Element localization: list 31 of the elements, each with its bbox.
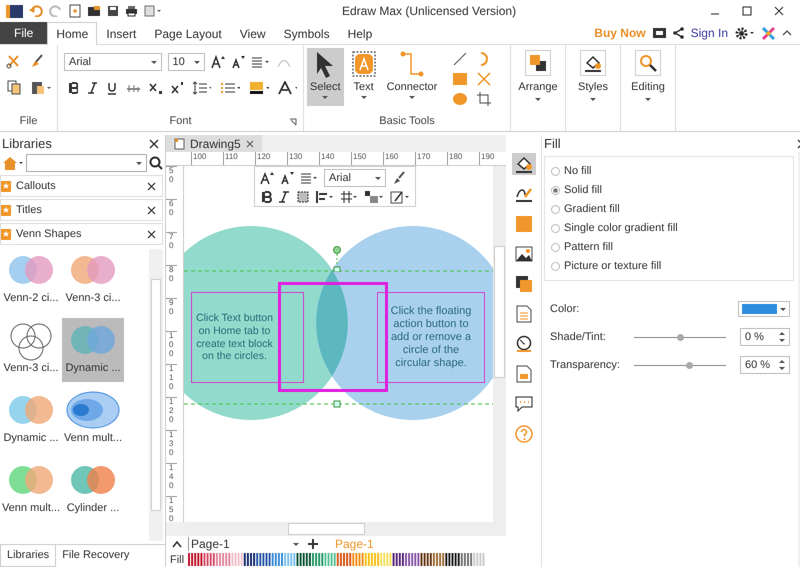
ruler-number: 150 xyxy=(166,496,177,522)
color-label: Color: xyxy=(550,303,580,315)
ruler-number: 140 xyxy=(166,463,177,496)
ruler-number: 60 xyxy=(166,199,177,232)
ruler-number: 190 xyxy=(479,152,511,165)
ruler-number: 80 xyxy=(166,265,177,298)
ruler-number: 70 xyxy=(166,232,177,265)
panel-title: Fill xyxy=(544,136,561,151)
fill-label: Fill xyxy=(170,554,184,566)
ruler-number: 140 xyxy=(319,152,351,165)
ruler-number: 150 xyxy=(351,152,383,165)
ruler-number: 50 xyxy=(166,166,177,199)
window-title: Edraw Max (Unlicensed Version) xyxy=(342,4,518,18)
group-label: Font xyxy=(169,115,192,129)
ruler-number: 130 xyxy=(166,430,177,463)
ruler-number: 120 xyxy=(166,397,177,430)
ruler-number: 130 xyxy=(287,152,319,165)
ruler-number: 100 xyxy=(191,152,223,165)
ruler-number: 100 xyxy=(166,331,177,364)
ruler-number: 90 xyxy=(166,298,177,331)
ruler-number: 120 xyxy=(255,152,287,165)
ruler-number: 160 xyxy=(383,152,415,165)
ruler-number: 110 xyxy=(223,152,255,165)
group-label: Basic Tools xyxy=(379,115,435,129)
slider-label: Transparency: xyxy=(550,359,621,371)
ruler-number: 170 xyxy=(415,152,447,165)
slider-label: Shade/Tint: xyxy=(550,331,607,343)
panel-title: Libraries xyxy=(2,136,52,151)
ruler-number: 180 xyxy=(447,152,479,165)
group-label: File xyxy=(20,115,38,129)
ruler-number: 110 xyxy=(166,364,177,397)
